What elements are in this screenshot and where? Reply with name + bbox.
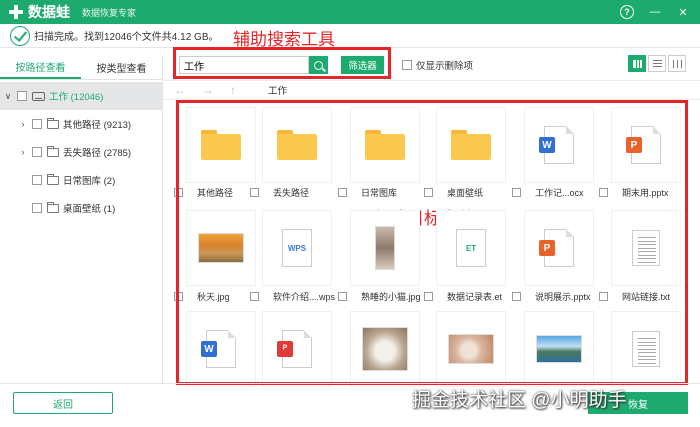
chevron-right-icon[interactable]: › xyxy=(18,119,28,129)
watermark: 掘金技术社区 @小明助手 xyxy=(412,390,627,411)
sidebar-tabs: 按路径查看 按类型查看 xyxy=(0,56,162,80)
cross-logo-icon xyxy=(8,4,24,20)
tree-item-checkbox[interactable] xyxy=(32,175,42,185)
folder-icon xyxy=(47,117,59,129)
tree-root-label: 工作 (12046) xyxy=(49,92,104,103)
deleted-only-option[interactable]: 仅显示删除项 xyxy=(402,58,473,72)
tree-item-daily-gallery[interactable]: 日常图库 (2) xyxy=(0,166,162,194)
folder-icon xyxy=(47,173,59,185)
folder-icon xyxy=(47,201,59,213)
tree-item-other-path[interactable]: › 其他路径 (9213) xyxy=(0,110,162,138)
back-arrow-icon[interactable]: ← xyxy=(174,83,202,97)
forward-arrow-icon[interactable]: → xyxy=(202,83,230,97)
tree-item-checkbox[interactable] xyxy=(32,119,42,129)
grid-view-button[interactable] xyxy=(628,55,646,72)
list-view-button[interactable] xyxy=(648,55,666,72)
tree-item-lost-path[interactable]: › 丢失路径 (2785) xyxy=(0,138,162,166)
search-tool-highlight-box xyxy=(173,47,391,79)
view-mode-switcher xyxy=(628,55,686,72)
breadcrumb: 工作 xyxy=(268,86,288,97)
scan-complete-check-icon xyxy=(10,25,30,46)
app-subtitle: 数据恢复专家 xyxy=(82,7,137,18)
tree-item-label: 日常图库 (2) xyxy=(63,176,116,187)
up-arrow-icon[interactable]: ↑ xyxy=(230,83,258,97)
scan-status-bar: 扫描完成。找到12046个文件共4.12 GB。 xyxy=(0,24,700,48)
tree-item-desktop-wallpaper[interactable]: 桌面壁纸 (1) xyxy=(0,194,162,222)
tree-item-label: 桌面壁纸 (1) xyxy=(63,204,116,215)
close-icon[interactable]: ✕ xyxy=(676,5,690,19)
tree-root-checkbox[interactable] xyxy=(17,91,27,101)
grid-icon xyxy=(632,59,642,68)
scan-status-text: 扫描完成。找到12046个文件共4.12 GB。 xyxy=(34,32,219,43)
tab-by-path[interactable]: 按路径查看 xyxy=(0,56,81,79)
tree-item-label: 丢失路径 (2785) xyxy=(63,148,132,159)
title-bar: 数据蛙 数据恢复专家 ? — ✕ xyxy=(0,0,700,24)
drive-icon xyxy=(32,91,45,101)
tree-item-checkbox[interactable] xyxy=(32,203,42,213)
app-logo: 数据蛙 xyxy=(0,2,70,22)
chevron-down-icon[interactable]: ∨ xyxy=(3,91,13,102)
tree-root-work[interactable]: ∨ 工作 (12046) xyxy=(0,82,162,110)
deleted-only-checkbox[interactable] xyxy=(402,60,412,70)
minimize-icon[interactable]: — xyxy=(648,5,662,19)
navigation-bar: ← → ↑ 工作 xyxy=(164,80,700,100)
tree-item-label: 其他路径 (9213) xyxy=(63,120,132,131)
tab-by-type[interactable]: 按类型查看 xyxy=(81,56,162,79)
tree-item-checkbox[interactable] xyxy=(32,147,42,157)
folder-icon xyxy=(47,145,59,157)
file-selection-highlight-box xyxy=(176,100,688,385)
detail-icon xyxy=(672,59,682,68)
detail-view-button[interactable] xyxy=(668,55,686,72)
list-icon xyxy=(652,60,662,67)
deleted-only-label: 仅显示删除项 xyxy=(416,61,474,72)
sidebar: 按路径查看 按类型查看 ∨ 工作 (12046) › 其他路径 (9213) ›… xyxy=(0,56,163,383)
app-name: 数据蛙 xyxy=(28,4,70,20)
chevron-right-icon[interactable]: › xyxy=(18,147,28,157)
back-button[interactable]: 返回 xyxy=(13,392,113,414)
help-icon[interactable]: ? xyxy=(620,5,634,19)
